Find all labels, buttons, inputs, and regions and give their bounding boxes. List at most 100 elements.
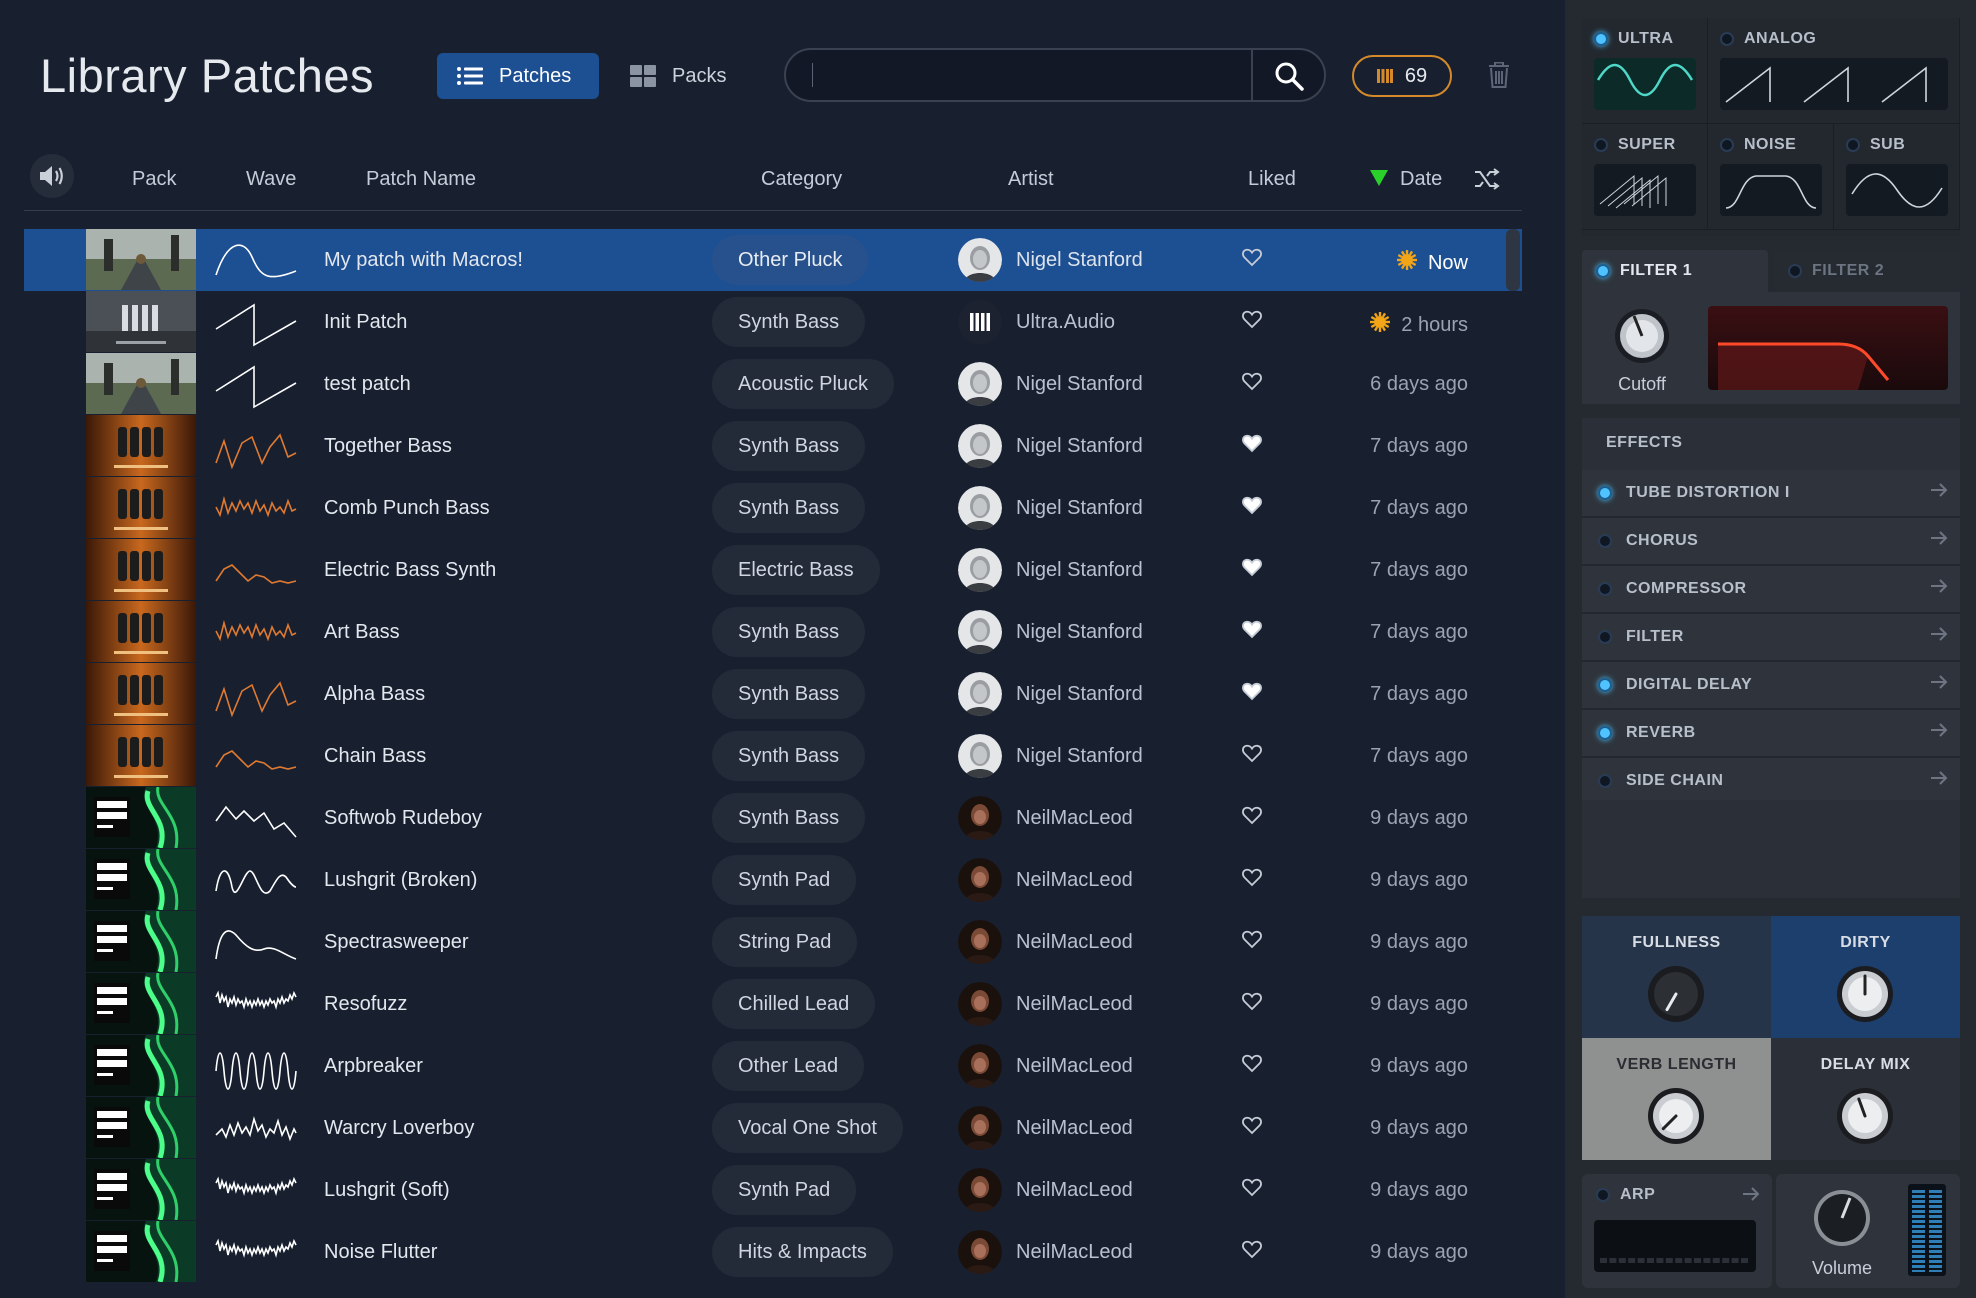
pack-thumbnail[interactable]	[86, 415, 196, 476]
artist-name[interactable]: NeilMacLeod	[1016, 931, 1133, 954]
arrow-right-icon[interactable]	[1742, 1186, 1760, 1202]
pack-thumbnail[interactable]	[86, 849, 196, 910]
pack-thumbnail[interactable]	[86, 601, 196, 662]
heart-icon[interactable]	[1242, 1054, 1262, 1078]
effect-led[interactable]	[1598, 486, 1612, 500]
table-row[interactable]: Lushgrit (Soft) Synth Pad NeilMacLeod 9 day…	[24, 1159, 1522, 1221]
pack-thumbnail[interactable]	[86, 911, 196, 972]
category-pill[interactable]: Synth Bass	[712, 483, 866, 533]
heart-icon[interactable]	[1242, 930, 1262, 954]
effect-chorus[interactable]: CHORUS	[1582, 518, 1960, 566]
heart-icon[interactable]	[1242, 1116, 1262, 1140]
heart-filled-icon[interactable]	[1242, 496, 1262, 520]
osc-noise[interactable]: NOISE	[1708, 124, 1834, 230]
table-row[interactable]: test patch Acoustic Pluck Nigel Stanford 6 …	[24, 353, 1522, 415]
filter-curve-display[interactable]	[1708, 306, 1948, 390]
col-liked[interactable]: Liked	[1248, 168, 1296, 191]
artist-name[interactable]: Nigel Stanford	[1016, 559, 1143, 582]
artist-name[interactable]: Nigel Stanford	[1016, 249, 1143, 272]
macro-knob[interactable]	[1835, 1086, 1895, 1146]
effect-led[interactable]	[1598, 726, 1612, 740]
table-row[interactable]: Softwob Rudeboy Synth Bass NeilMacLeod 9 da…	[24, 787, 1522, 849]
table-row[interactable]: Init Patch Synth Bass Ultra.Audio 2 hours	[24, 291, 1522, 353]
artist-name[interactable]: Nigel Stanford	[1016, 435, 1143, 458]
col-pack[interactable]: Pack	[132, 168, 176, 191]
effect-digital-delay[interactable]: DIGITAL DELAY	[1582, 662, 1960, 710]
effect-tube-distortion-i[interactable]: TUBE DISTORTION I	[1582, 470, 1960, 518]
category-pill[interactable]: Other Pluck	[712, 235, 869, 285]
arp-display[interactable]	[1594, 1220, 1756, 1272]
artist-name[interactable]: NeilMacLeod	[1016, 993, 1133, 1016]
table-row[interactable]: Electric Bass Synth Electric Bass Nigel St…	[24, 539, 1522, 601]
col-artist[interactable]: Artist	[1008, 168, 1054, 191]
table-row[interactable]: Spectrasweeper String Pad NeilMacLeod 9 day…	[24, 911, 1522, 973]
pack-thumbnail[interactable]	[86, 663, 196, 724]
table-row[interactable]: Resofuzz Chilled Lead NeilMacLeod 9 days ag…	[24, 973, 1522, 1035]
list-scrollbar[interactable]	[1506, 229, 1520, 291]
artist-name[interactable]: NeilMacLeod	[1016, 1241, 1133, 1264]
heart-icon[interactable]	[1242, 744, 1262, 768]
effect-reverb[interactable]: REVERB	[1582, 710, 1960, 758]
macro-knob[interactable]	[1646, 1086, 1706, 1146]
category-pill[interactable]: Synth Pad	[712, 1165, 857, 1215]
packs-tab[interactable]: Packs	[610, 53, 740, 99]
category-pill[interactable]: Synth Bass	[712, 607, 866, 657]
pack-thumbnail[interactable]	[86, 291, 196, 352]
osc-led[interactable]	[1846, 138, 1860, 152]
artist-name[interactable]: NeilMacLeod	[1016, 869, 1133, 892]
osc-led[interactable]	[1720, 138, 1734, 152]
col-category[interactable]: Category	[761, 168, 842, 191]
pack-thumbnail[interactable]	[86, 539, 196, 600]
artist-name[interactable]: Nigel Stanford	[1016, 745, 1143, 768]
effect-led[interactable]	[1598, 534, 1612, 548]
col-wave[interactable]: Wave	[246, 168, 296, 191]
category-pill[interactable]: String Pad	[712, 917, 858, 967]
category-pill[interactable]: Hits & Impacts	[712, 1227, 893, 1277]
patch-count-badge[interactable]: 69	[1352, 55, 1452, 97]
category-pill[interactable]: Synth Bass	[712, 669, 866, 719]
trash-button[interactable]	[1488, 61, 1510, 93]
category-pill[interactable]: Vocal One Shot	[712, 1103, 903, 1153]
artist-name[interactable]: Nigel Stanford	[1016, 373, 1143, 396]
patches-tab[interactable]: Patches	[437, 53, 599, 99]
heart-filled-icon[interactable]	[1242, 620, 1262, 644]
effect-led[interactable]	[1598, 678, 1612, 692]
osc-sub[interactable]: SUB	[1834, 124, 1960, 230]
category-pill[interactable]: Synth Bass	[712, 731, 866, 781]
osc-led[interactable]	[1720, 32, 1734, 46]
heart-icon[interactable]	[1242, 310, 1262, 334]
effect-compressor[interactable]: COMPRESSOR	[1582, 566, 1960, 614]
heart-icon[interactable]	[1242, 1240, 1262, 1264]
arrow-right-icon[interactable]	[1930, 482, 1948, 503]
table-row[interactable]: Alpha Bass Synth Bass Nigel Stanford 7 days…	[24, 663, 1522, 725]
effect-led[interactable]	[1598, 774, 1612, 788]
heart-filled-icon[interactable]	[1242, 434, 1262, 458]
cutoff-knob[interactable]	[1612, 306, 1672, 366]
volume-knob[interactable]	[1812, 1188, 1872, 1248]
table-row[interactable]: Arpbreaker Other Lead NeilMacLeod 9 days ag…	[24, 1035, 1522, 1097]
heart-icon[interactable]	[1242, 868, 1262, 892]
pack-thumbnail[interactable]	[86, 477, 196, 538]
table-row[interactable]: Together Bass Synth Bass Nigel Stanford 7 d…	[24, 415, 1522, 477]
pack-thumbnail[interactable]	[86, 725, 196, 786]
category-pill[interactable]: Other Lead	[712, 1041, 865, 1091]
macro-knob[interactable]	[1835, 964, 1895, 1024]
artist-name[interactable]: NeilMacLeod	[1016, 807, 1133, 830]
table-row[interactable]: Noise Flutter Hits & Impacts NeilMacLeod 9 …	[24, 1221, 1522, 1283]
artist-name[interactable]: Nigel Stanford	[1016, 497, 1143, 520]
pack-thumbnail[interactable]	[86, 1159, 196, 1220]
pack-thumbnail[interactable]	[86, 229, 196, 290]
arrow-right-icon[interactable]	[1930, 674, 1948, 695]
artist-name[interactable]: NeilMacLeod	[1016, 1055, 1133, 1078]
pack-thumbnail[interactable]	[86, 1097, 196, 1158]
effect-side-chain[interactable]: SIDE CHAIN	[1582, 758, 1960, 806]
category-pill[interactable]: Electric Bass	[712, 545, 880, 595]
artist-name[interactable]: Nigel Stanford	[1016, 621, 1143, 644]
category-pill[interactable]: Synth Bass	[712, 297, 866, 347]
pack-thumbnail[interactable]	[86, 787, 196, 848]
effect-led[interactable]	[1598, 630, 1612, 644]
heart-icon[interactable]	[1242, 806, 1262, 830]
effect-led[interactable]	[1598, 582, 1612, 596]
filter1-tab[interactable]: FILTER 1	[1582, 250, 1768, 292]
pack-thumbnail[interactable]	[86, 1035, 196, 1096]
